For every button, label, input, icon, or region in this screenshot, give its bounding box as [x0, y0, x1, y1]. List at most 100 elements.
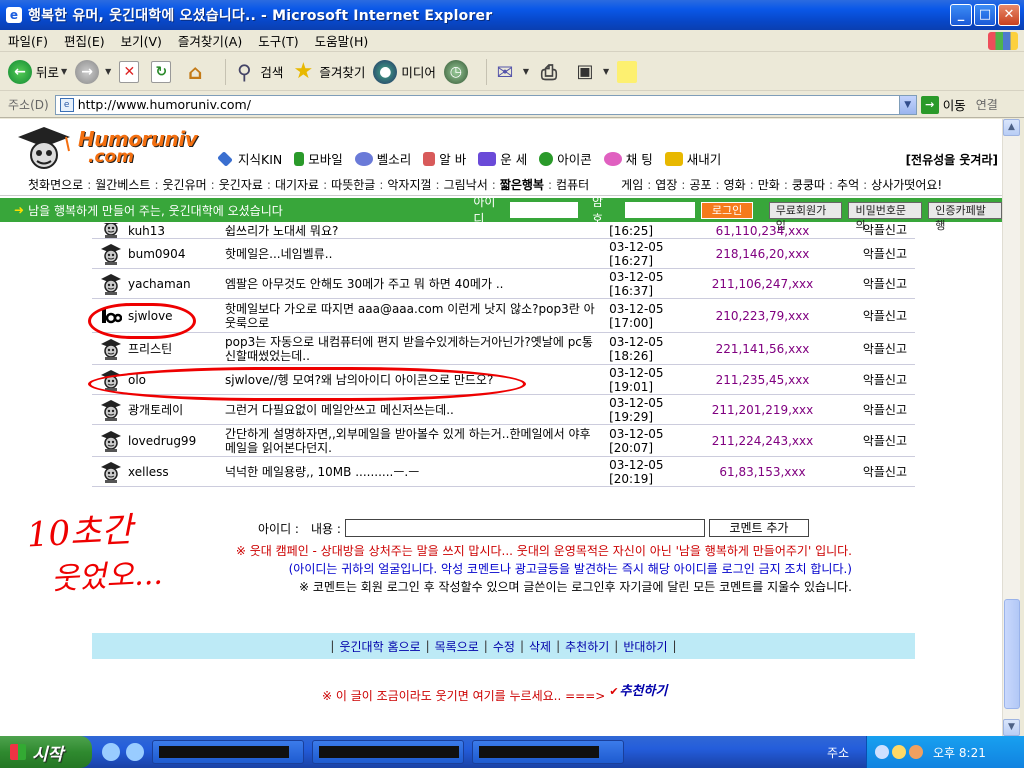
subnav-free-talk[interactable]: 악자지껄: [387, 176, 431, 193]
forward-button[interactable]: → ▼: [75, 57, 111, 87]
clock[interactable]: 오후 8:21: [933, 744, 986, 761]
tray-user-icon[interactable]: [909, 745, 923, 759]
link-list[interactable]: 목록으로: [435, 638, 479, 655]
menu-edit[interactable]: 편집(E): [64, 31, 105, 50]
scroll-down-icon[interactable]: ▼: [1003, 719, 1020, 736]
favorites-button[interactable]: ★ 즐겨찾기: [291, 57, 365, 87]
subnav-memories[interactable]: 추억: [837, 176, 859, 193]
comment-nickname[interactable]: sjwlove: [128, 309, 225, 323]
comment-nickname[interactable]: lovedrug99: [128, 434, 225, 448]
nav-mobile[interactable]: 모바일: [294, 149, 343, 168]
nav-chat[interactable]: 채 팅: [603, 149, 653, 168]
link-delete[interactable]: 삭제: [529, 638, 551, 655]
comment-nickname[interactable]: 광개토레이: [128, 401, 225, 418]
subnav-kungkungtta[interactable]: 쿵쿵따: [792, 176, 825, 193]
tray-status-icon[interactable]: [892, 745, 906, 759]
subnav-movie[interactable]: 영화: [724, 176, 746, 193]
nav-job[interactable]: 알 바: [423, 149, 466, 168]
report-link[interactable]: 악플신고: [821, 223, 915, 238]
report-link[interactable]: 악플신고: [821, 275, 915, 292]
login-button[interactable]: 로그인: [701, 201, 753, 219]
link-edit[interactable]: 수정: [493, 638, 515, 655]
report-link[interactable]: 악플신고: [821, 432, 915, 449]
history-button[interactable]: ◷: [443, 57, 472, 87]
subnav-monthly-best[interactable]: 월간베스트: [95, 176, 150, 193]
vertical-scrollbar[interactable]: ▲ ▼: [1002, 119, 1020, 736]
window-title-bar[interactable]: e 행복한 유머, 웃긴대학에 오셨습니다.. - Microsoft Inte…: [0, 0, 1024, 30]
scroll-thumb[interactable]: [1004, 599, 1020, 709]
scroll-up-icon[interactable]: ▲: [1003, 119, 1020, 136]
login-pw-input[interactable]: [625, 202, 696, 218]
links-toolbar[interactable]: 연결: [976, 96, 998, 113]
refresh-button[interactable]: ↻: [151, 57, 175, 87]
tray-address-label[interactable]: 주소: [827, 744, 849, 761]
subnav-short-happiness[interactable]: 짧은행복: [500, 176, 544, 193]
link-oppose[interactable]: 반대하기: [623, 638, 667, 655]
site-logo[interactable]: Humoruniv .com: [12, 123, 208, 171]
edit-button[interactable]: ▣ ▼: [573, 57, 610, 87]
link-home[interactable]: 웃긴대학 홈으로: [339, 638, 420, 655]
subnav-funny-humor[interactable]: 웃긴유머: [163, 176, 207, 193]
comment-nickname[interactable]: 프리스틴: [128, 340, 225, 357]
comment-nickname[interactable]: kuh13: [128, 224, 225, 238]
nav-jisik-kin[interactable]: 지식KIN: [216, 149, 282, 168]
subnav-home[interactable]: 첫화면으로: [28, 176, 83, 193]
comment-nickname[interactable]: olo: [128, 373, 225, 387]
mail-dropdown-icon[interactable]: ▼: [523, 67, 529, 76]
subnav-game[interactable]: 게임: [621, 176, 643, 193]
password-inquiry-button[interactable]: 비밀번호문의: [848, 201, 923, 232]
report-link[interactable]: 악플신고: [821, 371, 915, 388]
menu-view[interactable]: 보기(V): [121, 31, 162, 50]
subnav-boss-alert[interactable]: 상사가떳어요!: [871, 176, 942, 193]
comment-nickname[interactable]: yachaman: [128, 277, 225, 291]
add-comment-button[interactable]: 코멘트 추가: [708, 519, 809, 537]
home-button[interactable]: ⌂: [183, 57, 211, 87]
subnav-waiting-data[interactable]: 대기자료: [275, 176, 319, 193]
address-input[interactable]: e http://www.humoruniv.com/ ▼: [54, 94, 917, 115]
menu-favorites[interactable]: 즐겨찾기(A): [178, 31, 242, 50]
search-button[interactable]: ⚲ 검색: [232, 57, 283, 87]
back-button[interactable]: ← 뒤로 ▼: [8, 57, 67, 87]
messenger-button[interactable]: [617, 57, 641, 87]
start-button[interactable]: 시작: [0, 736, 92, 768]
menu-tools[interactable]: 도구(T): [258, 31, 298, 50]
menu-help[interactable]: 도움말(H): [315, 31, 369, 50]
nav-ringtone[interactable]: 벨소리: [354, 149, 411, 168]
subnav-yeopjang[interactable]: 엽장: [655, 176, 677, 193]
subnav-doodle[interactable]: 그림낙서: [444, 176, 488, 193]
comment-input[interactable]: [344, 519, 705, 537]
site-slogan[interactable]: [전유성을 웃겨라]: [906, 151, 998, 168]
recommend-button[interactable]: 추천하기: [609, 680, 668, 699]
nav-icons[interactable]: 아이콘: [539, 149, 592, 168]
nav-freshman[interactable]: 새내기: [664, 149, 721, 168]
login-id-input[interactable]: [509, 202, 578, 218]
free-join-button[interactable]: 무료회원가입: [768, 201, 843, 232]
report-link[interactable]: 악플신고: [821, 401, 915, 418]
taskbar-item-1[interactable]: [152, 740, 304, 764]
cafe-cert-button[interactable]: 인증카페발행: [928, 201, 1002, 232]
subnav-funny-data[interactable]: 웃긴자료: [219, 176, 263, 193]
comment-nickname[interactable]: xelless: [128, 465, 225, 479]
taskbar-item-3[interactable]: [472, 740, 624, 764]
taskbar-item-2[interactable]: [312, 740, 464, 764]
media-button[interactable]: ● 미디어: [373, 57, 436, 87]
address-dropdown-icon[interactable]: ▼: [898, 95, 916, 114]
back-dropdown-icon[interactable]: ▼: [61, 67, 67, 76]
print-button[interactable]: ⎙: [537, 57, 565, 87]
quicklaunch-app-icon[interactable]: [102, 743, 120, 761]
subnav-warm-writing[interactable]: 따뜻한글: [331, 176, 375, 193]
quicklaunch-ie-icon[interactable]: [126, 743, 144, 761]
edit-dropdown-icon[interactable]: ▼: [603, 67, 609, 76]
mail-button[interactable]: ✉ ▼: [493, 57, 529, 87]
subnav-comic[interactable]: 만화: [758, 176, 780, 193]
stop-button[interactable]: ✕: [119, 57, 143, 87]
nav-fortune[interactable]: 운 세: [478, 149, 527, 168]
close-button[interactable]: ✕: [998, 4, 1020, 26]
forward-dropdown-icon[interactable]: ▼: [105, 67, 111, 76]
report-link[interactable]: 악플신고: [821, 307, 915, 324]
report-link[interactable]: 악플신고: [821, 245, 915, 262]
maximize-button[interactable]: □: [974, 4, 996, 26]
go-button[interactable]: → 이동: [920, 95, 966, 114]
link-recommend[interactable]: 추천하기: [565, 638, 609, 655]
tray-arrow-icon[interactable]: [875, 745, 889, 759]
